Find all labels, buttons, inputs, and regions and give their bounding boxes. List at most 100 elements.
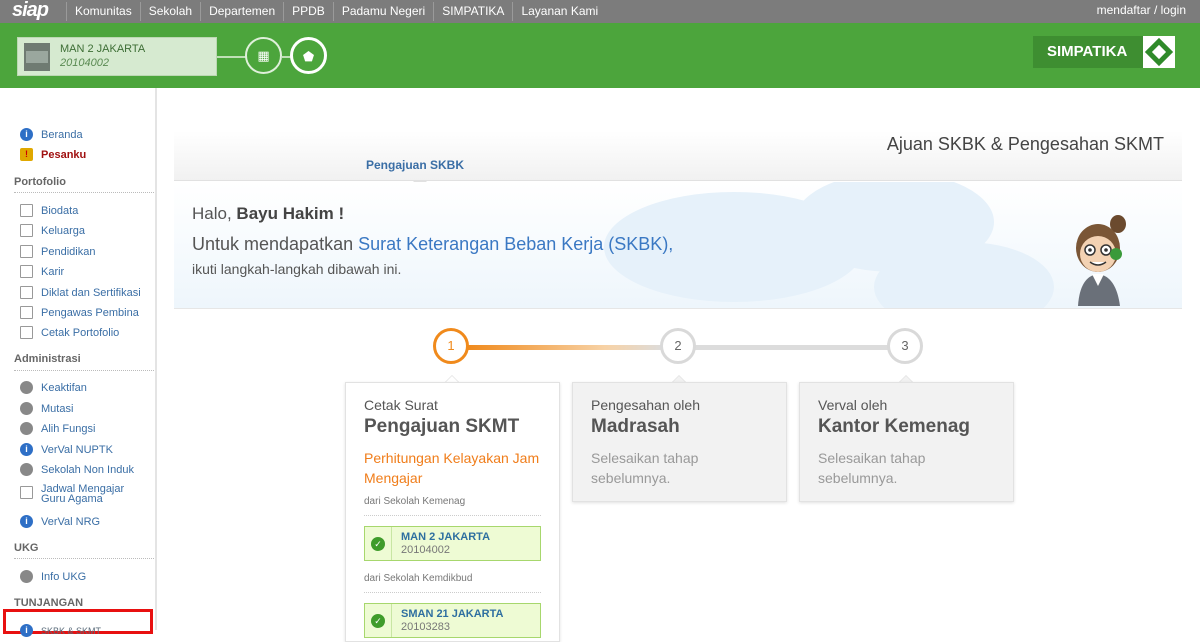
school-card[interactable]: MAN 2 JAKARTA 20104002 bbox=[17, 37, 217, 76]
nav-ppdb[interactable]: PPDB bbox=[283, 2, 333, 21]
school-entry-npsn: 20103283 bbox=[401, 621, 450, 633]
section-portofolio: Portofolio bbox=[14, 176, 66, 188]
separator bbox=[391, 527, 392, 560]
top-navigation-bar: siap Komunitas Sekolah Departemen PPDB P… bbox=[0, 0, 1200, 23]
sidebar-item-cetak-portofolio[interactable]: Cetak Portofolio bbox=[20, 326, 119, 339]
sidebar-item-label: VerVal NRG bbox=[41, 515, 101, 528]
school-entry-kemenag[interactable]: ✓ MAN 2 JAKARTA 20104002 bbox=[364, 526, 541, 561]
nav-padamu-negeri[interactable]: Padamu Negeri bbox=[332, 2, 433, 21]
sidebar-item-label: Pendidikan bbox=[41, 245, 96, 258]
step-2-card: Pengesahan oleh Madrasah Selesaikan taha… bbox=[572, 382, 787, 502]
separator bbox=[391, 604, 392, 637]
sidebar-item-biodata[interactable]: Biodata bbox=[20, 204, 78, 217]
info-icon: i bbox=[20, 515, 33, 528]
school-entry-kemdikbud[interactable]: ✓ SMAN 21 JAKARTA 20103283 bbox=[364, 603, 541, 638]
sidebar-item-mutasi[interactable]: Mutasi bbox=[20, 402, 73, 415]
step-3-indicator: 3 bbox=[887, 328, 923, 364]
school-entry-npsn: 20104002 bbox=[401, 544, 450, 556]
step-1-pretitle: Cetak Surat bbox=[364, 397, 438, 413]
sidebar-item-alih-fungsi[interactable]: Alih Fungsi bbox=[20, 422, 95, 435]
sidebar-item-label: Jadwal Mengajar Guru Agama bbox=[41, 483, 125, 505]
document-icon bbox=[20, 265, 33, 278]
sidebar-item-label: VerVal NUPTK bbox=[41, 443, 113, 456]
simpatika-brand[interactable]: SIMPATIKA bbox=[1033, 36, 1175, 68]
tab-pengajuan-skbk[interactable]: Pengajuan SKBK bbox=[366, 158, 464, 172]
greeting: Halo, Bayu Hakim ! bbox=[192, 204, 344, 224]
sidebar-item-verval-nuptk[interactable]: i VerVal NUPTK bbox=[20, 443, 113, 456]
divider bbox=[364, 592, 541, 593]
sidebar-item-keluarga[interactable]: Keluarga bbox=[20, 224, 85, 237]
welcome-banner: Halo, Bayu Hakim ! Untuk mendapatkan Sur… bbox=[174, 182, 1182, 309]
sidebar-item-keaktifan[interactable]: Keaktifan bbox=[20, 381, 87, 394]
login-link[interactable]: mendaftar / login bbox=[1097, 3, 1186, 17]
step-3-pretitle: Verval oleh bbox=[818, 397, 888, 413]
sidebar-item-label: Beranda bbox=[41, 128, 83, 141]
sidebar-item-beranda[interactable]: i Beranda bbox=[20, 128, 83, 141]
progress-line-1 bbox=[468, 345, 664, 350]
page-title: Ajuan SKBK & Pengesahan SKMT bbox=[886, 134, 1164, 154]
divider bbox=[14, 192, 154, 193]
app-header: MAN 2 JAKARTA 20104002 ▦ ⬟ SIMPATIKA bbox=[0, 23, 1200, 88]
nav-simpatika[interactable]: SIMPATIKA bbox=[433, 2, 512, 21]
nav-departemen[interactable]: Departemen bbox=[200, 2, 283, 21]
intro-subline: ikuti langkah-langkah dibawah ini. bbox=[192, 261, 402, 277]
divider bbox=[14, 370, 154, 371]
transfer-icon bbox=[20, 402, 33, 415]
divider bbox=[364, 515, 541, 516]
info-icon: i bbox=[20, 443, 33, 456]
info-icon: i bbox=[20, 128, 33, 141]
step-2-pretitle: Pengesahan oleh bbox=[591, 397, 700, 413]
sidebar-item-label: Cetak Portofolio bbox=[41, 326, 120, 339]
sidebar-item-skbk-skmt[interactable]: i SKBK & SKMT bbox=[20, 624, 101, 637]
sidebar-item-label: Keluarga bbox=[41, 224, 86, 237]
sidebar-item-verval-nrg[interactable]: i VerVal NRG bbox=[20, 515, 100, 528]
ministry-button[interactable]: ⬟ bbox=[290, 37, 327, 74]
nav-layanan-kami[interactable]: Layanan Kami bbox=[512, 2, 606, 21]
intro-line: Untuk mendapatkan Surat Keterangan Beban… bbox=[192, 234, 673, 255]
school-entry-name: SMAN 21 JAKARTA bbox=[401, 608, 504, 620]
nav-komunitas[interactable]: Komunitas bbox=[66, 2, 140, 21]
divider bbox=[14, 558, 154, 559]
sidebar-item-info-ukg[interactable]: Info UKG bbox=[20, 570, 86, 583]
mail-alert-icon: ! bbox=[20, 148, 33, 161]
section-ukg: UKG bbox=[14, 542, 39, 554]
greeting-prefix: Halo, bbox=[192, 204, 232, 223]
sidebar-item-karir[interactable]: Karir bbox=[20, 265, 64, 278]
document-icon bbox=[20, 326, 33, 339]
sidebar-item-pendidikan[interactable]: Pendidikan bbox=[20, 245, 95, 258]
sidebar-item-pengawas-pembina[interactable]: Pengawas Pembina bbox=[20, 306, 139, 319]
connector-line bbox=[217, 56, 247, 58]
content-header: Ajuan SKBK & Pengesahan SKMT Pengajuan S… bbox=[174, 131, 1182, 181]
document-icon bbox=[20, 224, 33, 237]
operator-character-icon bbox=[1076, 215, 1126, 306]
document-icon bbox=[20, 486, 33, 499]
step-1-card: Cetak Surat Pengajuan SKMT Perhitungan K… bbox=[345, 382, 560, 642]
step-1-indicator: 1 bbox=[433, 328, 469, 364]
school-building-button[interactable]: ▦ bbox=[245, 37, 282, 74]
step-3-title: Kantor Kemenag bbox=[818, 416, 971, 437]
step-2-indicator: 2 bbox=[660, 328, 696, 364]
check-icon: ✓ bbox=[371, 614, 385, 628]
sidebar-item-diklat[interactable]: Diklat dan Sertifikasi bbox=[20, 286, 141, 299]
progress-line-2 bbox=[695, 345, 891, 350]
top-nav: Komunitas Sekolah Departemen PPDB Padamu… bbox=[66, 0, 606, 23]
sidebar-item-label: SKBK & SKMT bbox=[41, 625, 102, 636]
document-icon bbox=[20, 306, 33, 319]
school-entry-name: MAN 2 JAKARTA bbox=[401, 531, 491, 543]
perhitungan-link[interactable]: Perhitungan Kelayakan Jam Mengajar bbox=[364, 448, 541, 488]
user-icon bbox=[20, 422, 33, 435]
section-administrasi: Administrasi bbox=[14, 353, 81, 365]
building-icon: ▦ bbox=[257, 48, 270, 63]
skbk-highlight: Surat Keterangan Beban Kerja (SKBK), bbox=[358, 234, 674, 254]
sidebar-item-sekolah-non-induk[interactable]: Sekolah Non Induk bbox=[20, 463, 134, 476]
group-label-kemenag: dari Sekolah Kemenag bbox=[364, 496, 466, 507]
siap-logo[interactable]: siap bbox=[0, 0, 66, 23]
sidebar-item-pesanku[interactable]: ! Pesanku bbox=[20, 148, 86, 161]
sidebar-item-jadwal-mengajar[interactable]: Jadwal Mengajar Guru Agama bbox=[20, 483, 130, 505]
sidebar-item-label: Diklat dan Sertifikasi bbox=[41, 286, 141, 299]
sidebar-item-label: Pesanku bbox=[41, 148, 87, 161]
document-icon bbox=[20, 286, 33, 299]
school-npsn: 20104002 bbox=[60, 57, 109, 69]
sidebar-item-label: Sekolah Non Induk bbox=[41, 463, 134, 476]
nav-sekolah[interactable]: Sekolah bbox=[139, 2, 200, 21]
